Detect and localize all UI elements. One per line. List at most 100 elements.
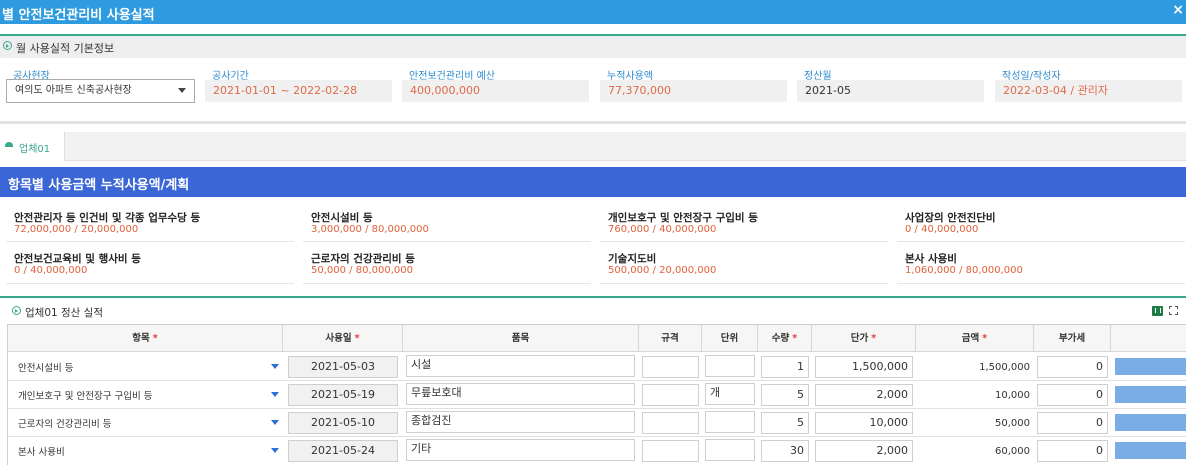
summary-item-name: 본사 사용비: [905, 253, 957, 265]
tab-company01[interactable]: 업체01: [0, 132, 65, 161]
row-product-input[interactable]: 기타: [406, 439, 635, 461]
row-spec-input[interactable]: [642, 384, 699, 406]
summary-separator: [6, 241, 294, 242]
row-qty-input[interactable]: 30: [761, 440, 809, 462]
chevron-down-icon[interactable]: [271, 448, 279, 453]
chevron-down-icon[interactable]: [271, 364, 279, 369]
summary-item-name: 안전시설비 등: [311, 212, 373, 224]
row-divider: [8, 436, 1186, 437]
summary-item-name: 근로자의 건강관리비 등: [311, 253, 415, 265]
summary-separator: [6, 283, 294, 284]
col-header-vat[interactable]: 부가세: [1034, 325, 1111, 352]
row-vat-input[interactable]: 0: [1037, 440, 1108, 462]
site-select-value: 여의도 아파트 신축공사현장: [15, 85, 132, 96]
row-spec-input[interactable]: [642, 412, 699, 434]
row-divider: [8, 380, 1186, 381]
summary-separator: [600, 241, 888, 242]
col-header-spec[interactable]: 규격: [639, 325, 702, 352]
close-icon[interactable]: ×: [1172, 2, 1184, 18]
settlement-title: 업체01 정산 실적: [25, 307, 103, 319]
cloud-icon: [5, 142, 13, 147]
circle-arrow-icon: [3, 41, 12, 50]
summary-separator: [897, 241, 1185, 242]
row-item-value: 본사 사용비: [18, 447, 65, 458]
row-date-input[interactable]: 2021-05-19: [288, 384, 398, 406]
row-price-input[interactable]: 2,000: [815, 440, 913, 462]
row-vat-input[interactable]: 0: [1037, 356, 1108, 378]
row-qty-input[interactable]: 5: [761, 412, 809, 434]
row-unit-input[interactable]: [705, 439, 755, 461]
row-amount-value: 10,000: [995, 390, 1030, 401]
col-header-product[interactable]: 품목: [403, 325, 639, 352]
summary-separator: [303, 241, 591, 242]
row-qty-input[interactable]: 1: [761, 356, 809, 378]
row-amount-value: 50,000: [995, 418, 1030, 429]
row-action-bar[interactable]: [1115, 358, 1186, 375]
basic-info-header: 월 사용실적 기본정보: [0, 34, 1186, 58]
settlement-header: 업체01 정산 실적: [0, 296, 1186, 324]
tab-label: 업체01: [19, 144, 51, 155]
circle-arrow-icon: [12, 306, 21, 315]
site-select[interactable]: 여의도 아파트 신축공사현장: [6, 79, 195, 103]
row-unit-input[interactable]: 개: [705, 383, 755, 405]
excel-icon[interactable]: [1152, 306, 1163, 316]
row-item-value: 안전시설비 등: [18, 363, 74, 374]
summary-item-value: 1,060,000 / 80,000,000: [905, 265, 1023, 276]
row-price-input[interactable]: 1,500,000: [815, 356, 913, 378]
row-item-value: 근로자의 건강관리비 등: [18, 419, 112, 430]
row-action-bar[interactable]: [1115, 442, 1186, 459]
row-vat-input[interactable]: 0: [1037, 384, 1108, 406]
summary-banner: 항목별 사용금액 누적사용액/계획: [0, 167, 1186, 197]
col-header-date[interactable]: 사용일 *: [283, 325, 403, 352]
summary-separator: [303, 283, 591, 284]
col-header-item[interactable]: 항목 *: [8, 325, 283, 352]
row-divider: [8, 408, 1186, 409]
summary-item-value: 0 / 40,000,000: [905, 224, 979, 235]
summary-item-name: 개인보호구 및 안전장구 구입비 등: [608, 212, 758, 224]
window-title: 별 안전보건관리비 사용실적: [2, 8, 155, 23]
row-action-bar[interactable]: [1115, 414, 1186, 431]
basic-info-title: 월 사용실적 기본정보: [16, 42, 115, 55]
col-header-price[interactable]: 단가 *: [812, 325, 916, 352]
row-vat-input[interactable]: 0: [1037, 412, 1108, 434]
row-action-bar[interactable]: [1115, 386, 1186, 403]
col-header-qty[interactable]: 수량 *: [758, 325, 812, 352]
row-product-input[interactable]: 무릎보호대: [406, 383, 635, 405]
window-titlebar: 별 안전보건관리비 사용실적 ×: [0, 0, 1186, 24]
chevron-down-icon: [178, 88, 186, 93]
col-header-amount[interactable]: 금액 *: [916, 325, 1034, 352]
row-product-input[interactable]: 시설: [406, 355, 635, 377]
summary-separator: [600, 283, 888, 284]
row-date-input[interactable]: 2021-05-10: [288, 412, 398, 434]
row-item-value: 개인보호구 및 안전장구 구입비 등: [18, 391, 153, 402]
chevron-down-icon[interactable]: [271, 420, 279, 425]
summary-item-value: 500,000 / 20,000,000: [608, 265, 717, 276]
settle-month-field: 2021-05: [797, 80, 984, 102]
chevron-down-icon[interactable]: [271, 392, 279, 397]
section-divider: [0, 121, 1186, 124]
fullscreen-icon[interactable]: [1169, 306, 1178, 315]
row-spec-input[interactable]: [642, 356, 699, 378]
summary-item-value: 760,000 / 40,000,000: [608, 224, 717, 235]
summary-item-value: 72,000,000 / 20,000,000: [14, 224, 139, 235]
col-header-unit[interactable]: 단위: [702, 325, 758, 352]
row-date-input[interactable]: 2021-05-03: [288, 356, 398, 378]
row-qty-input[interactable]: 5: [761, 384, 809, 406]
company-tabbar: 업체01: [0, 132, 1186, 161]
row-unit-input[interactable]: [705, 355, 755, 377]
settlement-grid: 항목 * 사용일 * 품목 규격 단위 수량 * 단가 * 금액 * 부가세 안전시설비 …: [7, 324, 1186, 465]
row-amount-value: 60,000: [995, 446, 1030, 457]
row-spec-input[interactable]: [642, 440, 699, 462]
row-date-input[interactable]: 2021-05-24: [288, 440, 398, 462]
summary-item-value: 0 / 40,000,000: [14, 265, 88, 276]
author-field: 2022-03-04 / 관리자: [995, 80, 1182, 102]
row-unit-input[interactable]: [705, 411, 755, 433]
row-price-input[interactable]: 2,000: [815, 384, 913, 406]
row-amount-value: 1,500,000: [979, 362, 1030, 373]
summary-title: 항목별 사용금액 누적사용액/계획: [8, 178, 190, 193]
period-field: 2021-01-01 ~ 2022-02-28: [205, 80, 392, 102]
summary-separator: [897, 283, 1185, 284]
row-product-input[interactable]: 종합검진: [406, 411, 635, 433]
row-price-input[interactable]: 10,000: [815, 412, 913, 434]
summary-item-name: 사업장의 안전진단비: [905, 212, 996, 224]
